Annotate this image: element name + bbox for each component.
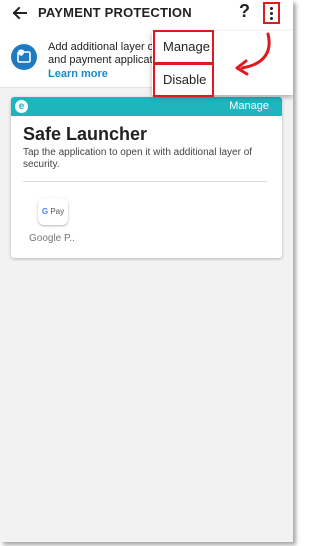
card-header: e Manage — [11, 97, 282, 116]
shield-icon — [11, 44, 37, 70]
help-icon[interactable]: ? — [239, 1, 250, 22]
eset-logo-icon: e — [15, 100, 28, 113]
app-screen: PAYMENT PROTECTION ? Add additional laye… — [0, 0, 293, 542]
menu-item-disable[interactable]: Disable — [153, 63, 214, 97]
callout-arrow-icon — [235, 32, 271, 76]
learn-more-link[interactable]: Learn more — [48, 68, 108, 80]
card-divider — [23, 181, 267, 182]
card-manage-link[interactable]: Manage — [229, 100, 269, 112]
page-title: PAYMENT PROTECTION — [38, 5, 192, 20]
app-bar: PAYMENT PROTECTION ? — [0, 0, 293, 30]
card-description: Tap the application to open it with addi… — [23, 147, 253, 170]
more-vert-icon[interactable] — [263, 2, 280, 24]
card-title: Safe Launcher — [23, 124, 148, 144]
arrow-left-icon[interactable] — [10, 3, 30, 23]
app-label: Google P.. — [29, 233, 75, 244]
menu-item-manage[interactable]: Manage — [153, 30, 214, 64]
safe-launcher-card: e Manage Safe Launcher Tap the applicati… — [11, 97, 282, 258]
app-tile-google-pay[interactable]: G Pay Google P.. — [25, 193, 85, 253]
google-pay-icon: G Pay — [38, 198, 68, 225]
